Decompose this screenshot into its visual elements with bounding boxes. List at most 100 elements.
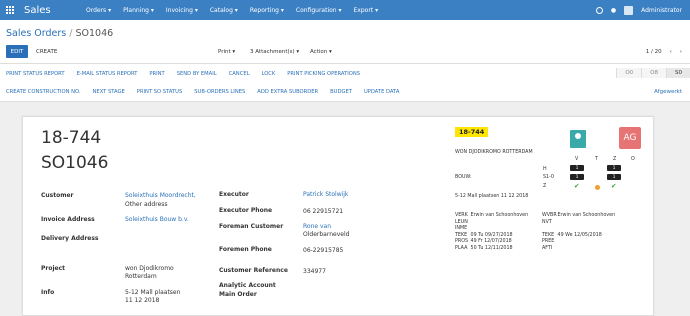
control-panel: Sales Orders / SO1046 EDIT CREATE Print ▾ … [0,20,690,64]
next-stage-button[interactable]: NEXT STAGE [93,89,125,95]
cancel-button[interactable]: CANCEL [229,71,250,77]
menu-export[interactable]: Export ▾ [348,7,385,14]
delivery-address-label: Delivery Address [41,235,99,242]
stage-o8[interactable]: O8 [641,68,666,78]
print-status-report-button[interactable]: PRINT STATUS REPORT [6,71,65,77]
print-so-status-button[interactable]: PRINT SO STATUS [137,89,182,95]
menu-catalog[interactable]: Catalog ▾ [204,7,244,14]
warning-dot-icon [595,185,600,190]
check-icon: ✔ [611,182,617,190]
row-code: AFTI [542,245,553,251]
initials-avatar[interactable]: AG [619,127,641,149]
table-row: PLAA 50 Tu 12/11/2018 [455,246,528,253]
col-header-v: V [575,157,579,162]
side-tag: 18-744 [455,127,489,137]
foremen-phone-label: Foremen Phone [219,246,272,253]
app-grid-icon[interactable] [0,6,20,14]
check-icon: ✔ [574,182,580,190]
menu-configuration[interactable]: Configuration ▾ [290,7,348,14]
breadcrumb: Sales Orders / SO1046 [6,28,113,39]
action-row-2: CREATE CONSTRUCTION NO. NEXT STAGE PRINT… [6,89,411,95]
pager: 1 / 20 ‹ › [646,45,682,58]
user-avatar-icon[interactable] [570,130,586,148]
main-order-label: Main Order [219,291,257,298]
stage-o0[interactable]: O0 [616,68,642,78]
side-code-s: S1-0 [543,175,554,180]
count-box: 1 [607,174,621,180]
count-box: 1 [570,165,584,171]
count-box: 1 [570,174,584,180]
record-name: SO1046 [41,153,109,173]
main-menu: Orders ▾ Planning ▾ Invoicing ▾ Catalog … [80,7,384,14]
breadcrumb-sales-orders[interactable]: Sales Orders [6,28,66,39]
chat-icon[interactable]: ● [611,7,616,14]
executor-phone-value: 06 22915721 [303,208,344,215]
project-value: won Djodikromo [125,265,174,272]
side-code-h: H [543,167,547,172]
print-picking-operations-button[interactable]: PRINT PICKING OPERATIONS [287,71,360,77]
status-label[interactable]: Afgewerkt [654,89,682,95]
project-city: Rotterdam [125,273,157,280]
foremen-phone-value: 06-22915785 [303,247,344,254]
customer-reference-label: Customer Reference [219,267,288,274]
print-dropdown[interactable]: Print ▾ [218,45,235,58]
clock-icon[interactable] [595,6,603,14]
foreman-customer-label: Foreman Customer [219,223,284,230]
side-note: 5-12 Mall plaatsen 11 12 2018 [455,194,529,199]
row-value: 49 We 12/05/2018 [557,232,602,238]
col-header-z: Z [613,157,617,162]
pager-prev-icon[interactable]: ‹ [670,49,672,55]
executor-phone-label: Executor Phone [219,207,273,214]
app-name[interactable]: Sales [24,5,80,16]
menu-planning[interactable]: Planning ▾ [117,7,160,14]
pager-next-icon[interactable]: › [680,49,682,55]
breadcrumb-current: SO1046 [75,28,114,39]
attachments-dropdown[interactable]: 3 Attachment(s) ▾ [250,45,299,58]
foreman-customer-value[interactable]: Rone van [303,223,331,231]
sub-orders-lines-button[interactable]: SUB-ORDERS LINES [194,89,245,95]
col-header-t: T [595,157,598,162]
print-button[interactable]: PRINT [149,71,164,77]
create-button[interactable]: CREATE [36,45,57,58]
customer-reference-value: 334977 [303,268,326,275]
email-status-report-button[interactable]: E-MAIL STATUS REPORT [77,71,138,77]
row-value: 49 Fr 12/07/2018 [470,239,512,244]
customer-label: Customer [41,192,74,199]
budget-button[interactable]: BUDGET [330,89,352,95]
info-date: 11 12 2018 [125,297,160,304]
table-right: WVBR Erwin van Schoonhoven NVT TEKE 49 W… [542,213,615,252]
col-header-o: O [631,157,635,162]
executor-value[interactable]: Patrick Stolwijk [303,191,348,199]
stage-s0[interactable]: S0 [666,68,690,78]
row-code: PLAA [455,245,468,251]
info-label: Info [41,289,55,296]
menu-invoicing[interactable]: Invoicing ▾ [160,7,204,14]
row-value: Erwin van Schoonhoven [557,213,616,218]
send-by-email-button[interactable]: SEND BY EMAIL [177,71,217,77]
form-sheet: 18-744 SO1046 Customer Soleixthuis Moord… [22,116,654,316]
update-data-button[interactable]: UPDATE DATA [364,89,399,95]
action-row-1: PRINT STATUS REPORT E-MAIL STATUS REPORT… [6,71,372,77]
add-extra-suborder-button[interactable]: ADD EXTRA SUBORDER [257,89,318,95]
analytic-account-label: Analytic Account [219,282,276,289]
invoice-address-value[interactable]: Soleixthuis Bouw b.v. [125,216,189,224]
breadcrumb-separator: / [69,28,73,39]
edit-button[interactable]: EDIT [6,45,28,58]
action-dropdown[interactable]: Action ▾ [310,45,332,58]
user-avatar[interactable] [624,5,634,15]
customer-address: Other address [125,201,168,208]
user-name[interactable]: Administrator [641,7,682,14]
user-area: ● Administrator [595,0,682,20]
row-value: 09 Tu 09/27/2018 [470,232,513,238]
side-title: WON DJODIKROMO ROTTERDAM [455,150,533,155]
pager-value[interactable]: 1 / 20 [646,49,662,55]
menu-orders[interactable]: Orders ▾ [80,7,117,14]
lock-button[interactable]: LOCK [261,71,275,77]
side-code-z: Z [543,184,547,189]
row-value: Erwin van Schoonhoven [470,213,529,218]
customer-value[interactable]: Soleixthuis Moordrecht, [125,192,196,200]
menu-reporting[interactable]: Reporting ▾ [244,7,290,14]
project-label: Project [41,265,66,272]
top-navbar: Sales Orders ▾ Planning ▾ Invoicing ▾ Ca… [0,0,690,20]
create-construction-no-button[interactable]: CREATE CONSTRUCTION NO. [6,89,81,95]
